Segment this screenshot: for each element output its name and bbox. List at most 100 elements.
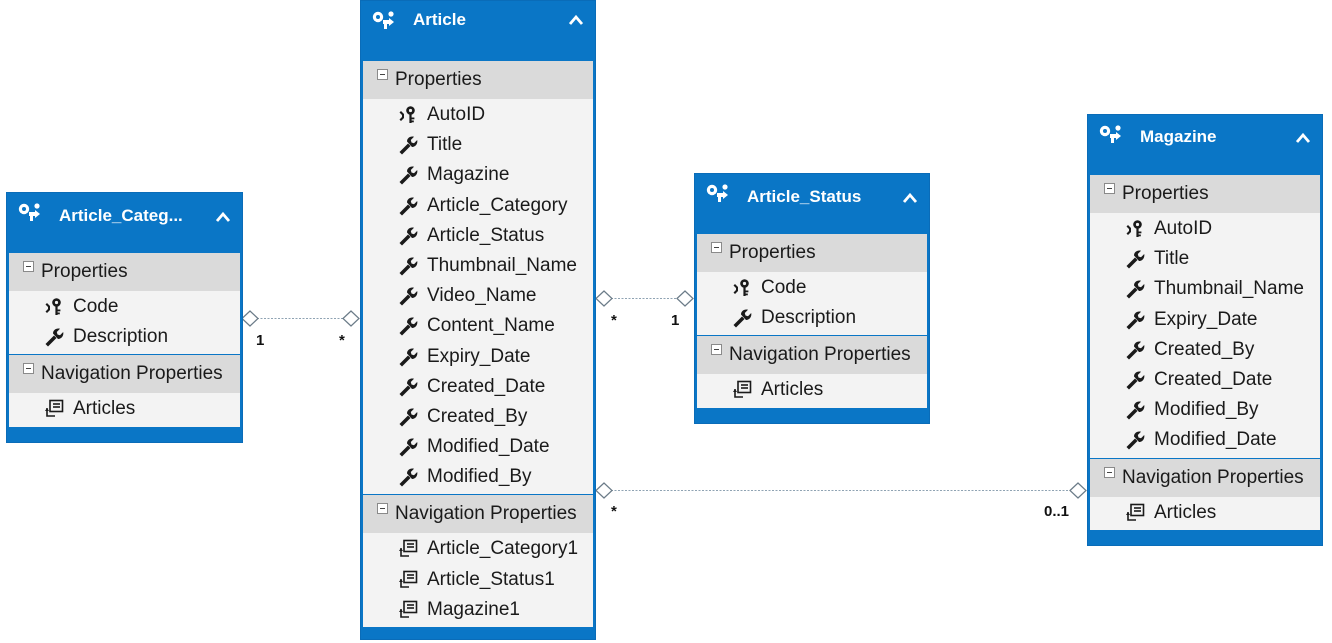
property-row[interactable]: Expiry_Date (363, 342, 593, 372)
key-icon (398, 105, 418, 125)
entity-header[interactable]: Article (363, 1, 593, 61)
navigation-property-row[interactable]: Articles (697, 375, 927, 405)
multiplicity-label: 1 (256, 332, 265, 349)
properties-section-header[interactable]: Properties (697, 234, 927, 272)
minus-box-icon[interactable] (377, 503, 388, 515)
property-row[interactable]: Article_Category (363, 191, 593, 221)
property-row[interactable]: Code (697, 273, 927, 303)
property-row[interactable]: Created_By (1090, 335, 1320, 365)
wrench-icon (398, 377, 418, 397)
chevron-up-icon[interactable] (215, 210, 231, 222)
properties-section-header[interactable]: Properties (1090, 175, 1320, 213)
properties-section-header[interactable]: Properties (9, 253, 240, 291)
property-row[interactable]: Content_Name (363, 311, 593, 341)
property-row[interactable]: Created_Date (1090, 365, 1320, 395)
property-name: Magazine1 (427, 598, 520, 620)
minus-box-icon[interactable] (711, 242, 722, 253)
property-row[interactable]: Expiry_Date (1090, 305, 1320, 335)
entity-article-status[interactable]: Article_Status Properties Code Descriptio… (694, 173, 930, 424)
minus-box-icon[interactable] (711, 344, 722, 356)
association-end-diamond (342, 310, 360, 327)
minus-box-icon[interactable] (23, 363, 34, 375)
navigation-property-row[interactable]: Articles (9, 394, 240, 424)
property-name: Article_Category (427, 194, 568, 216)
property-row[interactable]: Description (697, 303, 927, 333)
association-end-diamond (595, 482, 613, 499)
minus-box-icon[interactable] (1104, 466, 1115, 478)
property-name: Expiry_Date (1154, 308, 1258, 330)
section-label: Navigation Properties (1122, 466, 1304, 488)
entity-article[interactable]: Article Properties AutoID Title Magazine Ar… (360, 0, 596, 640)
property-row[interactable]: Description (9, 322, 240, 352)
property-row[interactable]: Modified_Date (1090, 425, 1320, 455)
entity-header[interactable]: Article_Status (697, 174, 927, 234)
navigation-list: Articles (9, 393, 240, 427)
chevron-up-icon[interactable] (1295, 131, 1311, 143)
property-row[interactable]: Created_Date (363, 372, 593, 402)
wrench-icon (1125, 249, 1145, 269)
section-label: Properties (395, 69, 482, 90)
property-row[interactable]: Article_Status (363, 221, 593, 251)
minus-box-icon[interactable] (377, 69, 388, 80)
navigation-property-row[interactable]: Article_Status1 (363, 565, 593, 595)
wrench-icon (398, 135, 418, 155)
property-row[interactable]: Created_By (363, 402, 593, 432)
section-label: Navigation Properties (729, 344, 911, 366)
wrench-icon (398, 347, 418, 367)
navigation-property-row[interactable]: Magazine1 (363, 595, 593, 625)
minus-box-icon[interactable] (23, 261, 34, 272)
property-name: Modified_By (427, 466, 532, 488)
entity-magazine[interactable]: Magazine Properties AutoID Title Thumbnail… (1087, 114, 1323, 546)
association-article-status[interactable] (595, 290, 694, 307)
key-icon (1125, 219, 1145, 239)
property-row[interactable]: Thumbnail_Name (1090, 274, 1320, 304)
property-row[interactable]: Modified_Date (363, 432, 593, 462)
properties-list: Code Description (697, 272, 927, 336)
association-category-article[interactable] (241, 310, 360, 327)
navigation-section-header[interactable]: Navigation Properties (1090, 458, 1320, 497)
chevron-up-icon[interactable] (902, 191, 918, 203)
wrench-icon (398, 226, 418, 246)
property-row[interactable]: Modified_By (1090, 395, 1320, 425)
entity-title: Article_Categ... (59, 206, 183, 225)
properties-list: Code Description (9, 291, 240, 355)
entity-header[interactable]: Article_Categ... (9, 193, 240, 253)
section-label: Navigation Properties (395, 503, 577, 525)
property-name: AutoID (427, 104, 486, 125)
property-row[interactable]: Code (9, 292, 240, 322)
property-row[interactable]: Video_Name (363, 281, 593, 311)
property-row[interactable]: Title (363, 130, 593, 160)
properties-section-header[interactable]: Properties (363, 61, 593, 99)
property-name: Magazine (427, 164, 510, 186)
property-row[interactable]: Title (1090, 244, 1320, 274)
property-row[interactable]: Magazine (363, 160, 593, 190)
navigation-section-header[interactable]: Navigation Properties (363, 495, 593, 534)
multiplicity-label: 0..1 (1044, 503, 1070, 520)
key-icon (732, 278, 752, 298)
navigation-list: Articles (1090, 496, 1320, 530)
association-article-magazine[interactable] (595, 482, 1087, 499)
property-name: Articles (73, 398, 136, 420)
key-icon (44, 297, 64, 317)
property-row[interactable]: AutoID (1090, 214, 1320, 244)
property-row[interactable]: AutoID (363, 100, 593, 130)
property-name: Content_Name (427, 315, 555, 337)
navigation-property-row[interactable]: Articles (1090, 498, 1320, 528)
association-end-diamond (1069, 482, 1087, 499)
entity-type-icon (1098, 123, 1126, 145)
property-row[interactable]: Modified_By (363, 462, 593, 492)
property-row[interactable]: Thumbnail_Name (363, 251, 593, 281)
navigation-section-header[interactable]: Navigation Properties (697, 336, 927, 375)
section-label: Properties (1122, 183, 1209, 204)
navigation-section-header[interactable]: Navigation Properties (9, 355, 240, 394)
navigation-property-icon (398, 570, 418, 590)
entity-header[interactable]: Magazine (1090, 115, 1320, 175)
entity-article-category[interactable]: Article_Categ... Properties Code Descript… (6, 192, 243, 443)
wrench-icon (398, 286, 418, 306)
property-name: Code (73, 296, 119, 317)
entity-title: Article (413, 10, 466, 29)
chevron-up-icon[interactable] (568, 13, 584, 25)
minus-box-icon[interactable] (1104, 183, 1115, 194)
property-name: AutoID (1154, 218, 1213, 239)
navigation-property-row[interactable]: Article_Category1 (363, 534, 593, 564)
